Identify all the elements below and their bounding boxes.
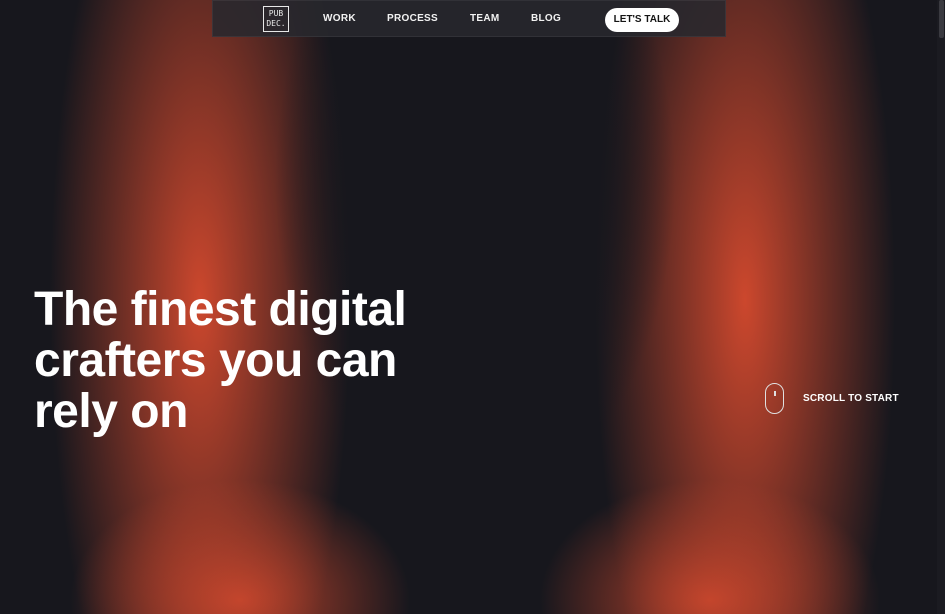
mouse-wheel-icon (774, 391, 776, 396)
lets-talk-button[interactable]: LET'S TALK (605, 8, 679, 32)
scrollbar-thumb[interactable] (939, 0, 944, 38)
headline-line-1: The finest digital (34, 283, 407, 336)
top-navbar: PUB DEC. WORK PROCESS TEAM BLOG LET'S TA… (212, 0, 726, 37)
nav-link-team[interactable]: TEAM (470, 13, 500, 24)
nav-link-work[interactable]: WORK (323, 13, 356, 24)
scroll-label: SCROLL TO START (803, 393, 899, 404)
logo-line-1: PUB (268, 9, 284, 18)
nav-link-process[interactable]: PROCESS (387, 13, 438, 24)
hero-headline: The finest digital crafters you can rely… (34, 284, 504, 437)
logo-line-2: DEC. (266, 19, 286, 28)
scrollbar-track[interactable] (937, 0, 945, 614)
nav-link-blog[interactable]: BLOG (531, 13, 561, 24)
headline-line-3: rely on (34, 385, 188, 438)
mouse-icon (765, 383, 784, 414)
headline-line-2: crafters you can (34, 334, 397, 387)
brand-logo[interactable]: PUB DEC. (263, 6, 289, 32)
hero-page: PUB DEC. WORK PROCESS TEAM BLOG LET'S TA… (0, 0, 945, 614)
scroll-to-start[interactable]: SCROLL TO START (765, 383, 899, 414)
